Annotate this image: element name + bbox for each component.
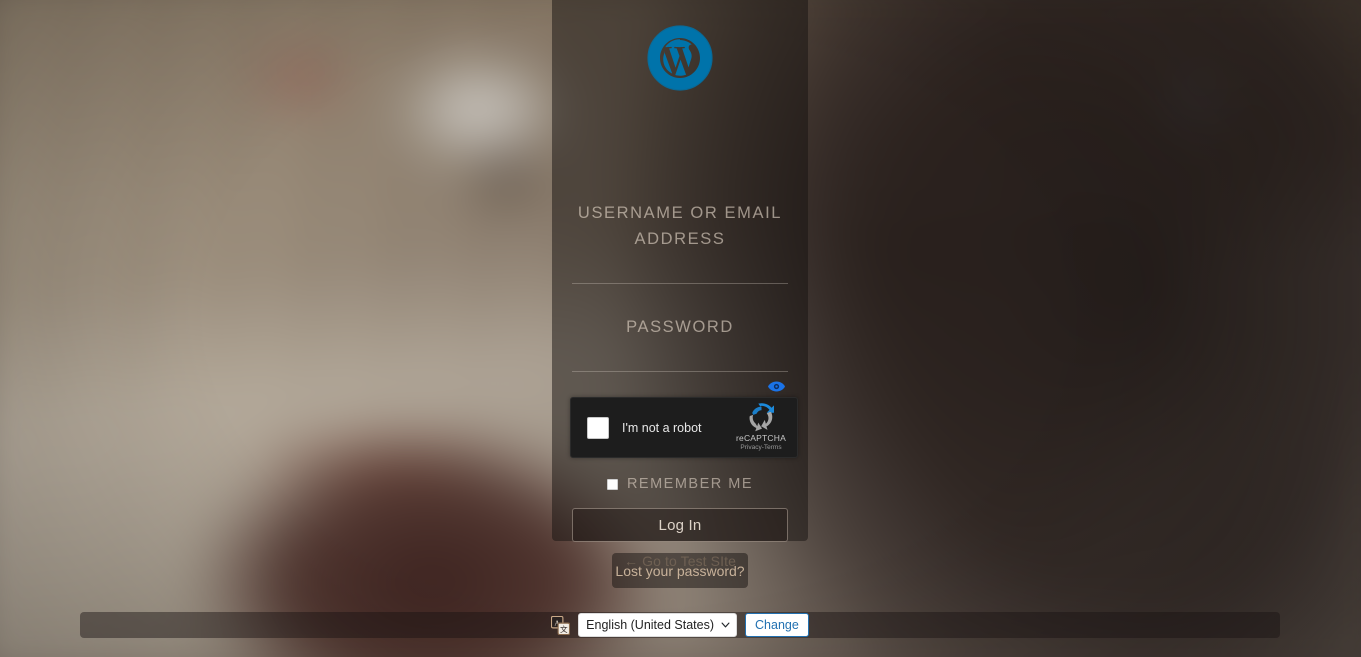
recaptcha-widget[interactable]: I'm not a robot reCAPTCHA Privacy-Terms (570, 397, 798, 458)
wordpress-logo-container (552, 0, 808, 112)
login-form: Username or Email Address Password I'm n… (552, 200, 808, 569)
svg-text:文: 文 (560, 624, 568, 634)
language-select[interactable]: English (United States) (578, 613, 738, 637)
username-label: Username or Email Address (577, 204, 783, 248)
chevron-down-icon (721, 622, 730, 628)
recaptcha-label: I'm not a robot (622, 420, 702, 435)
password-input[interactable] (572, 342, 788, 372)
recaptcha-brand-name: reCAPTCHA (736, 433, 786, 443)
lost-password-box: Lost your password? (612, 553, 748, 588)
recaptcha-terms-link[interactable]: Terms (764, 444, 782, 451)
recaptcha-legal-links: Privacy-Terms (740, 444, 781, 452)
translation-icon: A 文 (551, 615, 571, 635)
language-change-button[interactable]: Change (745, 613, 809, 637)
recaptcha-brand: reCAPTCHA Privacy-Terms (731, 403, 797, 452)
recaptcha-privacy-link[interactable]: Privacy (740, 444, 761, 451)
eye-icon (767, 381, 785, 391)
remember-me-row: Remember Me (572, 476, 788, 492)
remember-me-label: Remember Me (626, 476, 754, 492)
language-switcher-bar: A 文 English (United States) Change (80, 612, 1280, 638)
login-page: Username or Email Address Password I'm n… (0, 0, 1361, 657)
remember-me-checkbox[interactable] (606, 478, 618, 490)
lost-password-link[interactable]: Lost your password? (615, 563, 744, 579)
login-panel: Username or Email Address Password I'm n… (552, 0, 808, 569)
recaptcha-checkbox[interactable] (587, 416, 609, 439)
recaptcha-logo-icon (749, 403, 774, 432)
password-field-wrapper (572, 342, 788, 391)
wordpress-logo-icon (647, 25, 713, 91)
language-select-value: English (United States) (586, 618, 715, 632)
show-password-button[interactable] (762, 374, 790, 398)
username-input[interactable] (572, 254, 788, 284)
login-submit-button[interactable]: Log In (572, 508, 788, 542)
password-label: Password (626, 318, 734, 336)
